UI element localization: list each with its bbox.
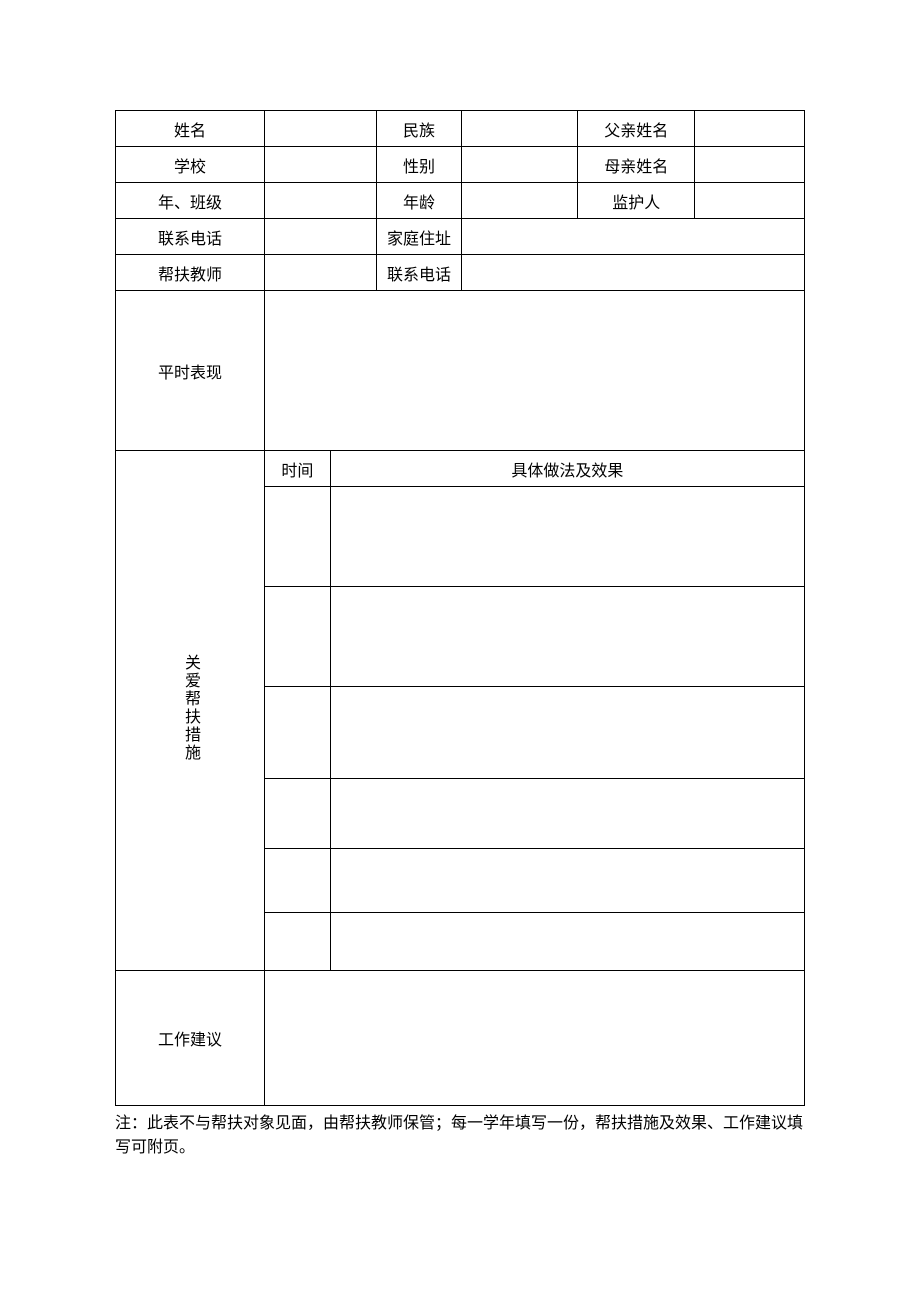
label-father-name: 父亲姓名 <box>578 111 695 147</box>
value-gender <box>462 147 578 183</box>
label-contact-phone2: 联系电话 <box>377 255 462 291</box>
label-guardian: 监护人 <box>578 183 695 219</box>
label-support-teacher: 帮扶教师 <box>116 255 265 291</box>
label-age: 年龄 <box>377 183 462 219</box>
measure-time-5 <box>265 849 331 913</box>
label-ethnicity: 民族 <box>377 111 462 147</box>
measure-content-6 <box>330 913 804 971</box>
value-contact-phone <box>265 219 377 255</box>
label-contact-phone: 联系电话 <box>116 219 265 255</box>
value-support-teacher <box>265 255 377 291</box>
measure-content-1 <box>330 487 804 587</box>
value-ethnicity <box>462 111 578 147</box>
value-grade-class <box>265 183 377 219</box>
value-mother-name <box>695 147 805 183</box>
value-contact-phone2 <box>462 255 805 291</box>
label-grade-class: 年、班级 <box>116 183 265 219</box>
value-guardian <box>695 183 805 219</box>
measure-content-4 <box>330 779 804 849</box>
value-name <box>265 111 377 147</box>
measure-content-3 <box>330 687 804 779</box>
support-form-table: 姓名 民族 父亲姓名 学校 性别 母亲姓名 年、班级 年龄 监护人 联系电话 家… <box>115 110 805 1106</box>
label-time: 时间 <box>265 451 331 487</box>
value-age <box>462 183 578 219</box>
measure-time-1 <box>265 487 331 587</box>
measure-time-6 <box>265 913 331 971</box>
label-name: 姓名 <box>116 111 265 147</box>
label-gender: 性别 <box>377 147 462 183</box>
value-home-address <box>462 219 805 255</box>
label-work-suggestion: 工作建议 <box>116 971 265 1106</box>
value-father-name <box>695 111 805 147</box>
form-note: 注：此表不与帮扶对象见面，由帮扶教师保管；每一学年填写一份，帮扶措施及效果、工作… <box>115 1112 805 1160</box>
value-usual-performance <box>265 291 805 451</box>
label-practice-effect: 具体做法及效果 <box>330 451 804 487</box>
value-school <box>265 147 377 183</box>
measure-time-2 <box>265 587 331 687</box>
measure-time-4 <box>265 779 331 849</box>
measure-content-2 <box>330 587 804 687</box>
measure-time-3 <box>265 687 331 779</box>
value-work-suggestion <box>265 971 805 1106</box>
label-mother-name: 母亲姓名 <box>578 147 695 183</box>
label-usual-performance: 平时表现 <box>116 291 265 451</box>
label-care-support-measures: 关爱帮扶措施 <box>116 451 265 971</box>
label-school: 学校 <box>116 147 265 183</box>
label-home-address: 家庭住址 <box>377 219 462 255</box>
measure-content-5 <box>330 849 804 913</box>
